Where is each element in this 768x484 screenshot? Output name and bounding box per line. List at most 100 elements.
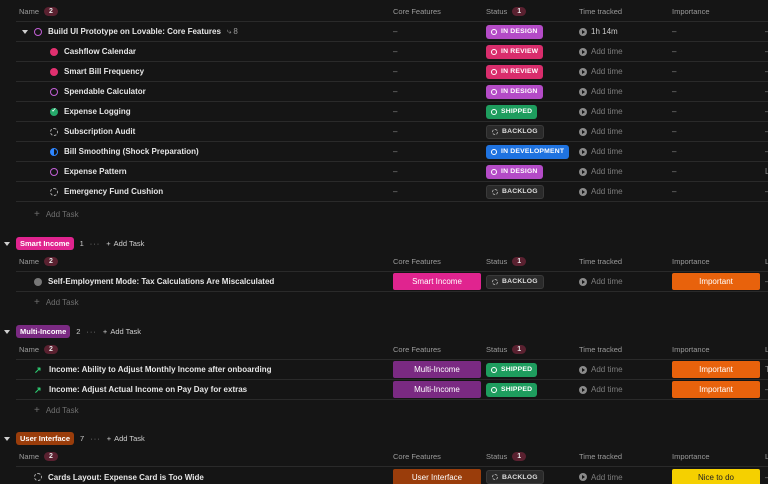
time-cell[interactable]: Add time bbox=[579, 62, 623, 81]
add-task-button[interactable]: + Add Task bbox=[34, 405, 79, 416]
importance-cell[interactable]: – bbox=[672, 122, 676, 141]
status-cell[interactable]: IN DESIGN bbox=[486, 82, 543, 101]
column-status[interactable]: Status 1 bbox=[486, 447, 527, 466]
importance-cell[interactable]: Important bbox=[672, 380, 760, 399]
core-features-cell[interactable]: – bbox=[393, 142, 397, 161]
subtask-name[interactable]: Emergency Fund Cushion bbox=[64, 187, 163, 196]
time-cell[interactable]: Add time bbox=[579, 42, 623, 61]
column-name[interactable]: Name 2 bbox=[16, 452, 58, 461]
group-add-task-button[interactable]: + Add Task bbox=[106, 239, 144, 248]
subtask-count[interactable]: ⤷ 8 bbox=[227, 27, 238, 37]
core-features-cell[interactable]: – bbox=[393, 42, 397, 61]
subtask-name[interactable]: Expense Logging bbox=[64, 107, 131, 116]
play-icon[interactable] bbox=[579, 107, 587, 116]
subtask-row[interactable]: Emergency Fund Cushion – BACKLOG Add tim… bbox=[16, 182, 768, 202]
add-task-button[interactable]: + Add Task bbox=[34, 209, 79, 220]
play-icon[interactable] bbox=[579, 47, 587, 56]
group-add-task-button[interactable]: + Add Task bbox=[103, 327, 141, 336]
status-cell[interactable]: IN DESIGN bbox=[486, 22, 543, 41]
backlog-status-icon[interactable] bbox=[50, 187, 58, 196]
play-icon[interactable] bbox=[579, 87, 587, 96]
time-cell[interactable]: Add time bbox=[579, 467, 623, 484]
column-time-tracked[interactable]: Time tracked bbox=[579, 447, 622, 466]
column-name[interactable]: Name 2 bbox=[16, 345, 58, 354]
core-features-cell[interactable]: Smart Income bbox=[393, 272, 481, 291]
column-status[interactable]: Status 1 bbox=[486, 252, 527, 271]
core-features-cell[interactable]: User Interface bbox=[393, 467, 481, 484]
play-icon[interactable] bbox=[579, 473, 587, 481]
parent-task-name[interactable]: Build UI Prototype on Lovable: Core Feat… bbox=[48, 27, 221, 36]
play-icon[interactable] bbox=[579, 365, 587, 374]
collapse-caret-icon[interactable] bbox=[22, 29, 28, 34]
time-cell[interactable]: 1h 14m bbox=[579, 22, 618, 41]
status-cell[interactable]: IN REVIEW bbox=[486, 62, 544, 81]
subtask-name[interactable]: Expense Pattern bbox=[64, 167, 127, 176]
core-features-cell[interactable]: – bbox=[393, 162, 397, 181]
play-icon[interactable] bbox=[579, 167, 587, 176]
subtask-row[interactable]: ✓Expense Logging – SHIPPED Add time – – bbox=[16, 102, 768, 122]
in-development-status-icon[interactable] bbox=[50, 147, 58, 156]
importance-cell[interactable]: Important bbox=[672, 272, 760, 291]
column-importance[interactable]: Importance bbox=[672, 2, 710, 21]
time-cell[interactable]: Add time bbox=[579, 182, 623, 201]
column-time-tracked[interactable]: Time tracked bbox=[579, 2, 622, 21]
importance-cell[interactable]: – bbox=[672, 102, 676, 121]
column-core-features[interactable]: Core Features bbox=[393, 252, 441, 271]
status-cell[interactable]: BACKLOG bbox=[486, 272, 544, 291]
task-row[interactable]: ↗ Income: Ability to Adjust Monthly Incom… bbox=[16, 360, 768, 380]
time-cell[interactable]: Add time bbox=[579, 82, 623, 101]
subtask-row[interactable]: Smart Bill Frequency – IN REVIEW Add tim… bbox=[16, 62, 768, 82]
core-features-cell[interactable]: – bbox=[393, 182, 397, 201]
parent-task-row[interactable]: Build UI Prototype on Lovable: Core Feat… bbox=[16, 22, 768, 42]
trend-arrow-icon[interactable]: ↗ bbox=[34, 365, 43, 374]
core-features-cell[interactable]: – bbox=[393, 22, 397, 41]
core-features-cell[interactable]: Multi-Income bbox=[393, 380, 481, 399]
column-core-features[interactable]: Core Features bbox=[393, 340, 441, 359]
task-row[interactable]: Self-Employment Mode: Tax Calculations A… bbox=[16, 272, 768, 292]
core-features-cell[interactable]: – bbox=[393, 122, 397, 141]
importance-cell[interactable]: – bbox=[672, 162, 676, 181]
in-design-status-icon[interactable] bbox=[50, 167, 58, 176]
column-importance[interactable]: Importance bbox=[672, 340, 710, 359]
column-core-features[interactable]: Core Features bbox=[393, 2, 441, 21]
time-cell[interactable]: Add time bbox=[579, 272, 623, 291]
time-cell[interactable]: Add time bbox=[579, 122, 623, 141]
importance-cell[interactable]: – bbox=[672, 62, 676, 81]
in-review-status-icon[interactable] bbox=[50, 47, 58, 56]
time-cell[interactable]: Add time bbox=[579, 102, 623, 121]
column-core-features[interactable]: Core Features bbox=[393, 447, 441, 466]
core-features-cell[interactable]: – bbox=[393, 62, 397, 81]
group-tag[interactable]: User Interface bbox=[16, 432, 75, 445]
time-cell[interactable]: Add time bbox=[579, 162, 623, 181]
collapse-caret-icon[interactable] bbox=[4, 241, 10, 246]
task-name[interactable]: Income: Adjust Actual Income on Pay Day … bbox=[49, 385, 247, 394]
column-name[interactable]: Name 2 bbox=[16, 7, 58, 16]
column-importance[interactable]: Importance bbox=[672, 252, 710, 271]
in-design-status-icon[interactable] bbox=[34, 27, 42, 36]
trend-arrow-icon[interactable]: ↗ bbox=[34, 385, 43, 394]
status-cell[interactable]: BACKLOG bbox=[486, 122, 544, 141]
status-cell[interactable]: IN DEVELOPMENT bbox=[486, 142, 570, 161]
column-name[interactable]: Name 2 bbox=[16, 257, 58, 266]
more-options-icon[interactable]: ··· bbox=[86, 327, 97, 336]
status-cell[interactable]: SHIPPED bbox=[486, 380, 538, 399]
play-icon[interactable] bbox=[579, 67, 587, 76]
time-cell[interactable]: Add time bbox=[579, 380, 623, 399]
group-tag[interactable]: Smart Income bbox=[16, 237, 74, 250]
status-cell[interactable]: BACKLOG bbox=[486, 182, 544, 201]
task-name[interactable]: Cards Layout: Expense Card is Too Wide bbox=[48, 473, 204, 482]
in-design-status-icon[interactable] bbox=[50, 87, 58, 96]
status-cell[interactable]: SHIPPED bbox=[486, 102, 538, 121]
subtask-name[interactable]: Cashflow Calendar bbox=[64, 47, 136, 56]
subtask-row[interactable]: Subscription Audit – BACKLOG Add time – … bbox=[16, 122, 768, 142]
subtask-row[interactable]: Bill Smoothing (Shock Preparation) – IN … bbox=[16, 142, 768, 162]
column-time-tracked[interactable]: Time tracked bbox=[579, 340, 622, 359]
task-row[interactable]: Cards Layout: Expense Card is Too Wide U… bbox=[16, 467, 768, 484]
backlog-status-icon[interactable] bbox=[34, 473, 42, 481]
group-add-task-button[interactable]: + Add Task bbox=[107, 434, 145, 443]
importance-cell[interactable]: Nice to do bbox=[672, 467, 760, 484]
collapse-caret-icon[interactable] bbox=[4, 436, 10, 441]
column-importance[interactable]: Importance bbox=[672, 447, 710, 466]
more-options-icon[interactable]: ··· bbox=[90, 239, 101, 248]
subtask-name[interactable]: Bill Smoothing (Shock Preparation) bbox=[64, 147, 199, 156]
